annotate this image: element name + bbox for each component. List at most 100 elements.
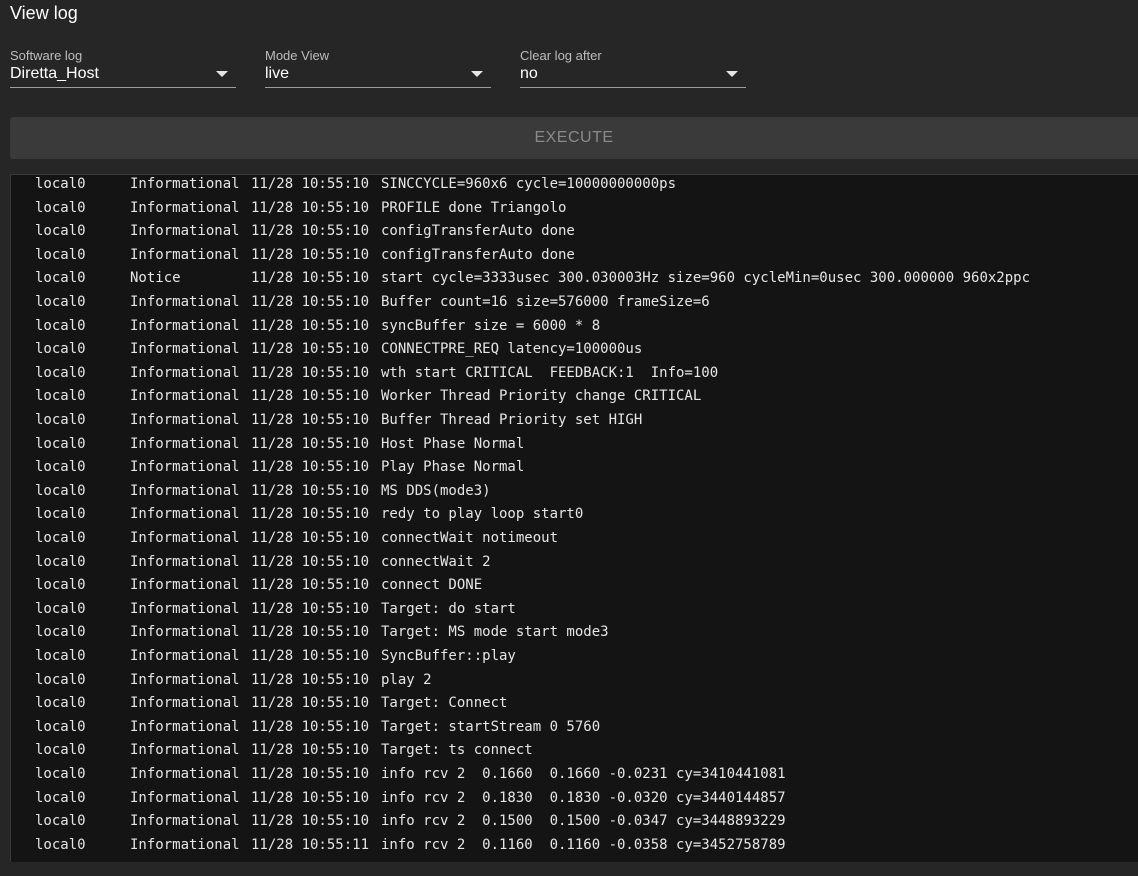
clear-log-after-select[interactable]: Clear log after no: [520, 48, 746, 88]
log-severity: Notice: [130, 270, 181, 287]
log-message: wth start CRITICAL FEEDBACK:1 Info=100: [381, 364, 719, 381]
log-timestamp: 11/28 10:55:10: [251, 199, 370, 216]
log-message: Target: Connect: [381, 695, 508, 712]
field-underline: [520, 87, 746, 88]
chevron-down-icon[interactable]: [726, 71, 738, 77]
clear-log-after-label: Clear log after: [520, 48, 602, 63]
log-timestamp: 11/28 10:55:11: [251, 836, 370, 853]
log-timestamp: 11/28 10:55:10: [251, 294, 370, 310]
execute-button[interactable]: EXECUTE: [10, 117, 1138, 159]
log-severity: Informational: [130, 530, 240, 546]
log-facility: local0: [35, 577, 86, 594]
log-timestamp: 11/28 10:55:10: [251, 695, 370, 712]
log-message: play 2: [381, 671, 432, 688]
log-message: Play Phase Normal: [381, 459, 525, 476]
log-facility: local0: [35, 270, 86, 287]
log-message: start cycle=3333usec 300.030003Hz size=9…: [381, 270, 1031, 287]
log-facility: local0: [35, 341, 86, 358]
log-severity: Informational: [130, 506, 240, 523]
log-timestamp: 11/28 10:55:10: [251, 624, 370, 641]
log-facility: local0: [35, 742, 86, 759]
log-message: MS DDS(mode3): [381, 482, 491, 499]
log-timestamp: 11/28 10:55:10: [251, 600, 370, 617]
log-severity: Informational: [130, 364, 240, 381]
log-message: SyncBuffer::play: [381, 648, 516, 664]
mode-view-select[interactable]: Mode View live: [265, 48, 491, 88]
log-severity: Informational: [130, 671, 240, 688]
log-severity: Informational: [130, 553, 240, 570]
log-message: Buffer count=16 size=576000 frameSize=6: [381, 294, 710, 310]
log-timestamp: 11/28 10:55:10: [251, 435, 370, 452]
log-timestamp: 11/28 10:55:10: [251, 388, 370, 405]
log-severity: Informational: [130, 789, 240, 806]
log-severity: Informational: [130, 695, 240, 712]
log-timestamp: 11/28 10:55:10: [251, 482, 370, 499]
log-timestamp: 11/28 10:55:10: [251, 718, 370, 735]
software-log-value[interactable]: Diretta_Host: [10, 64, 99, 84]
log-message: Buffer Thread Priority set HIGH: [381, 412, 643, 428]
log-timestamp: 11/28 10:55:10: [251, 648, 370, 664]
log-severity: Informational: [130, 742, 240, 759]
log-facility: local0: [35, 435, 86, 452]
log-severity: Informational: [130, 317, 240, 334]
log-facility: local0: [35, 364, 86, 381]
log-message: SINCCYCLE=960x6 cycle=10000000000ps: [381, 176, 677, 192]
log-message: Target: MS mode start mode3: [381, 624, 609, 641]
log-facility: local0: [35, 459, 86, 476]
log-severity: Informational: [130, 388, 240, 405]
log-facility: local0: [35, 506, 86, 523]
field-underline: [10, 87, 236, 88]
log-facility: local0: [35, 412, 86, 428]
clear-log-after-value[interactable]: no: [520, 64, 538, 84]
log-timestamp: 11/28 10:55:10: [251, 553, 370, 570]
log-severity: Informational: [130, 600, 240, 617]
mode-view-value[interactable]: live: [265, 64, 289, 84]
log-facility: local0: [35, 600, 86, 617]
log-severity: Informational: [130, 435, 240, 452]
log-message: configTransferAuto done: [381, 223, 575, 240]
chevron-down-icon[interactable]: [216, 71, 228, 77]
log-timestamp: 11/28 10:55:10: [251, 766, 370, 782]
log-severity: Informational: [130, 294, 240, 310]
software-log-select[interactable]: Software log Diretta_Host: [10, 48, 236, 88]
log-message: Target: startStream 0 5760: [381, 718, 601, 735]
log-facility: local0: [35, 789, 86, 806]
log-output[interactable]: local0 Informational 11/28 10:55:10 SINCCYC…: [10, 174, 1138, 863]
log-message: info rcv 2 0.1830 0.1830 -0.0320 cy=3440…: [381, 789, 786, 806]
log-facility: local0: [35, 766, 86, 782]
log-message: Worker Thread Priority change CRITICAL: [381, 388, 702, 405]
log-facility: local0: [35, 246, 86, 263]
log-facility: local0: [35, 671, 86, 688]
log-severity: Informational: [130, 246, 240, 263]
log-facility: local0: [35, 624, 86, 641]
log-message: info rcv 2 0.1500 0.1500 -0.0347 cy=3448…: [381, 813, 786, 830]
software-log-label: Software log: [10, 48, 83, 63]
chevron-down-icon[interactable]: [471, 71, 483, 77]
log-severity: Informational: [130, 718, 240, 735]
log-severity: Informational: [130, 341, 240, 358]
log-severity: Informational: [130, 577, 240, 594]
log-severity: Informational: [130, 223, 240, 240]
log-timestamp: 11/28 10:55:10: [251, 789, 370, 806]
log-message: Host Phase Normal: [381, 435, 525, 452]
log-message: info rcv 2 0.1660 0.1660 -0.0231 cy=3410…: [381, 766, 786, 782]
log-timestamp: 11/28 10:55:10: [251, 270, 370, 287]
log-severity: Informational: [130, 624, 240, 641]
log-facility: local0: [35, 294, 86, 310]
log-bottom-edge: [0, 862, 1138, 876]
log-severity: Informational: [130, 766, 240, 782]
log-facility: local0: [35, 223, 86, 240]
log-severity: Informational: [130, 648, 240, 664]
log-message: connect DONE: [381, 577, 483, 594]
log-timestamp: 11/28 10:55:10: [251, 459, 370, 476]
log-message: Target: do start: [381, 600, 516, 617]
log-severity: Informational: [130, 412, 240, 428]
log-severity: Informational: [130, 813, 240, 830]
log-timestamp: 11/28 10:55:10: [251, 813, 370, 830]
log-timestamp: 11/28 10:55:10: [251, 530, 370, 546]
log-facility: local0: [35, 176, 86, 192]
log-message: CONNECTPRE_REQ latency=100000us: [381, 341, 643, 358]
log-facility: local0: [35, 648, 86, 664]
log-facility: local0: [35, 317, 86, 334]
log-message: info rcv 2 0.1160 0.1160 -0.0358 cy=3452…: [381, 836, 786, 853]
